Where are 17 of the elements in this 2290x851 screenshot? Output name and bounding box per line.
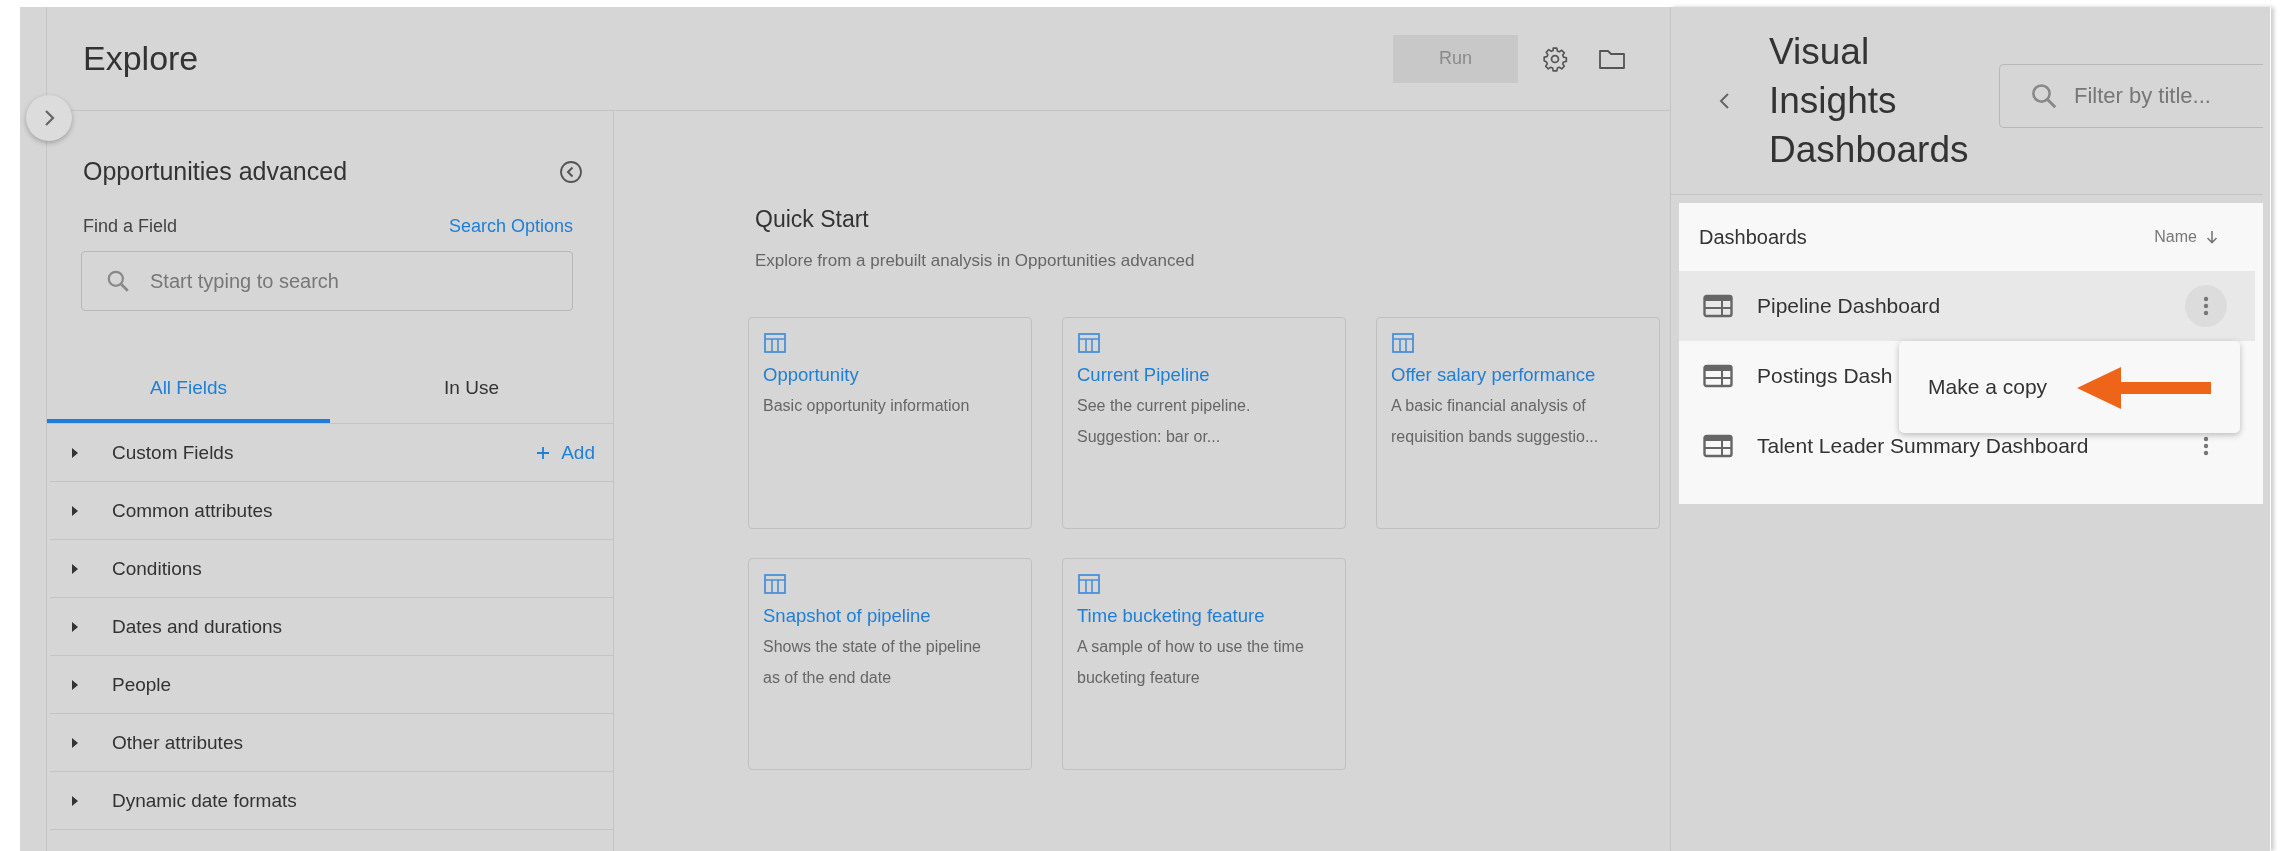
dataset-title: Opportunities advanced xyxy=(83,157,348,186)
card-description: A sample of how to use the time bucketing feature xyxy=(1077,637,1305,688)
card-description: Shows the state of the pipeline as of the end date xyxy=(763,637,982,688)
find-field-label: Find a Field xyxy=(83,216,178,237)
card-description: A basic financial analysis of requisition bands suggestio... xyxy=(1391,396,1600,447)
card-description: See the current pipeline. Suggestion: bar or... xyxy=(1077,396,1252,447)
card-description: Basic opportunity information xyxy=(763,396,971,416)
card-title: Offer salary performance xyxy=(1391,364,1597,386)
card-title: Snapshot of pipeline xyxy=(763,605,932,627)
list-title: Dashboards xyxy=(1699,225,1807,249)
page-title: Explore xyxy=(83,39,200,78)
panel-title: Visual Insights Dashboards xyxy=(1769,30,1969,172)
card-title: Time bucketing feature xyxy=(1077,605,1266,627)
card-title: Opportunity xyxy=(763,364,860,386)
section-subtitle: Explore from a prebuilt analysis in Opportunities advanced xyxy=(755,251,1196,271)
section-title: Quick Start xyxy=(755,206,870,233)
card-title: Current Pipeline xyxy=(1077,364,1211,386)
